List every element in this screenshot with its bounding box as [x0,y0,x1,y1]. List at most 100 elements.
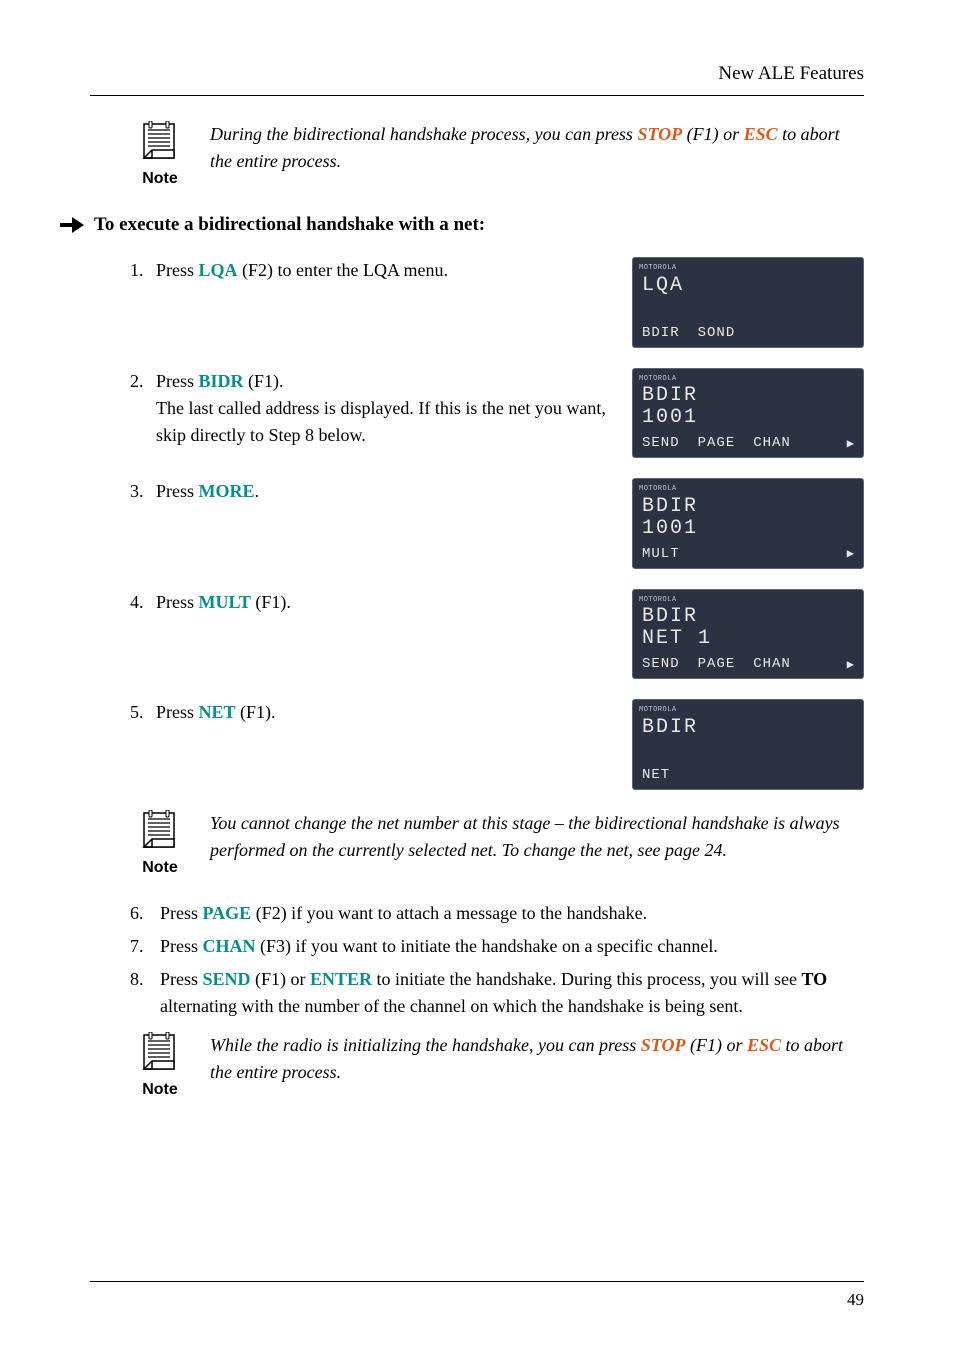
lcd4-l2: NET 1 [639,628,857,650]
note-label: Note [142,856,178,880]
step-8: 8. Press SEND (F1) or ENTER to initiate … [130,966,864,1020]
lcd-5: MOTOROLA BDIR NET [632,699,864,790]
note-text-1: During the bidirectional handshake proce… [210,121,864,175]
lcd2-l2: 1001 [639,407,857,429]
note-icon [138,121,182,165]
step7-pre: Press [160,936,203,956]
lcd5-soft: NET [639,765,857,786]
note-text-3: While the radio is initializing the hand… [210,1032,864,1086]
note1-esc: ESC [744,124,778,144]
lcd3-soft: MULT ▶ [639,544,857,565]
step5-num: 5. [130,699,156,726]
step5-post: (F1). [236,702,276,722]
step-5: 5.Press NET (F1). MOTOROLA BDIR NET [130,699,864,790]
note1-pre: During the bidirectional handshake proce… [210,124,637,144]
step-1: 1.Press LQA (F2) to enter the LQA menu. … [130,257,864,348]
heading-text: To execute a bidirectional handshake wit… [94,211,485,240]
step8-num: 8. [130,966,160,1020]
header-title: New ALE Features [90,60,864,89]
lcd1-soft1: SOND [698,323,736,344]
steps-wrap: 1.Press LQA (F2) to enter the LQA menu. … [130,257,864,790]
more-triangle-icon: ▶ [847,435,855,453]
note3-esc: ESC [747,1035,781,1055]
note3-pre: While the radio is initializing the hand… [210,1035,641,1055]
lcd4-soft0: SEND [642,654,680,675]
note-icon-wrap: Note [130,810,190,880]
more-triangle-icon: ▶ [847,545,855,563]
step3-post: . [255,481,260,501]
step1-pre: Press [156,260,199,280]
note-text-2: You cannot change the net number at this… [210,810,864,864]
step5-key: NET [199,702,236,722]
lcd-2: MOTOROLA BDIR 1001 SEND PAGE CHAN ▶ [632,368,864,459]
note-label: Note [142,167,178,191]
note3-mid: (F1) or [685,1035,747,1055]
more-triangle-icon: ▶ [847,656,855,674]
lcd-brand: MOTOROLA [639,263,857,274]
step-3: 3.Press MORE. MOTOROLA BDIR 1001 MULT ▶ [130,478,864,569]
step8-posta: to initiate the handshake. During this p… [372,969,801,989]
step-2: 2.Press BIDR (F1). The last called addre… [130,368,864,459]
step1-key: LQA [199,260,238,280]
note-icon-wrap: Note [130,121,190,191]
page-number: 49 [847,1287,864,1313]
note-block-1: Note During the bidirectional handshake … [130,121,864,191]
step3-key: MORE [199,481,255,501]
step2-num: 2. [130,368,156,395]
step-6: 6. Press PAGE (F2) if you want to attach… [130,900,864,927]
lcd1-soft0: BDIR [642,323,680,344]
step8-key1: SEND [203,969,251,989]
note-icon [138,1032,182,1076]
step2-post: (F1). [244,371,284,391]
step8-bold: TO [801,969,827,989]
lcd3-soft0: MULT [642,544,680,565]
lcd3-l2: 1001 [639,518,857,540]
note-label: Note [142,1078,178,1102]
note1-mid: (F1) or [682,124,744,144]
step6-key: PAGE [203,903,252,923]
step7-key: CHAN [203,936,256,956]
lcd-brand: MOTOROLA [639,374,857,385]
lcd4-soft2: CHAN [753,654,791,675]
lcd-3: MOTOROLA BDIR 1001 MULT ▶ [632,478,864,569]
procedure-heading: To execute a bidirectional handshake wit… [60,211,864,240]
lcd-brand: MOTOROLA [639,484,857,495]
step5-pre: Press [156,702,199,722]
step-7: 7. Press CHAN (F3) if you want to initia… [130,933,864,960]
lcd-4: MOTOROLA BDIR NET 1 SEND PAGE CHAN ▶ [632,589,864,680]
step4-key: MULT [199,592,251,612]
lcd2-soft: SEND PAGE CHAN ▶ [639,433,857,454]
lcd5-l1: BDIR [639,717,857,739]
header-rule [90,95,864,96]
step6-post: (F2) if you want to attach a message to … [251,903,647,923]
lcd2-soft2: CHAN [753,433,791,454]
lcd4-soft1: PAGE [698,654,736,675]
step1-num: 1. [130,257,156,284]
step8-pre: Press [160,969,203,989]
step3-num: 3. [130,478,156,505]
lcd2-soft0: SEND [642,433,680,454]
lcd3-l1: BDIR [639,496,857,518]
note-block-3: Note While the radio is initializing the… [130,1032,864,1102]
note-icon [138,810,182,854]
step7-post: (F3) if you want to initiate the handsha… [256,936,718,956]
footer-rule [90,1281,864,1282]
step1-post: (F2) to enter the LQA menu. [238,260,448,280]
step2-key: BIDR [199,371,244,391]
lcd1-l1: LQA [639,275,857,297]
lcd4-soft: SEND PAGE CHAN ▶ [639,654,857,675]
step4-post: (F1). [251,592,291,612]
lcd2-soft1: PAGE [698,433,736,454]
step2-pre: Press [156,371,199,391]
lcd5-l2 [639,739,857,761]
lcd-brand: MOTOROLA [639,705,857,716]
lcd1-l2 [639,297,857,319]
step8-key2: ENTER [310,969,372,989]
lcd-1: MOTOROLA LQA BDIR SOND [632,257,864,348]
note-icon-wrap: Note [130,1032,190,1102]
step8-postb: alternating with the number of the chann… [160,996,743,1016]
step6-pre: Press [160,903,203,923]
lcd4-l1: BDIR [639,606,857,628]
lower-steps: 6. Press PAGE (F2) if you want to attach… [130,900,864,1020]
lcd1-soft: BDIR SOND [639,323,857,344]
